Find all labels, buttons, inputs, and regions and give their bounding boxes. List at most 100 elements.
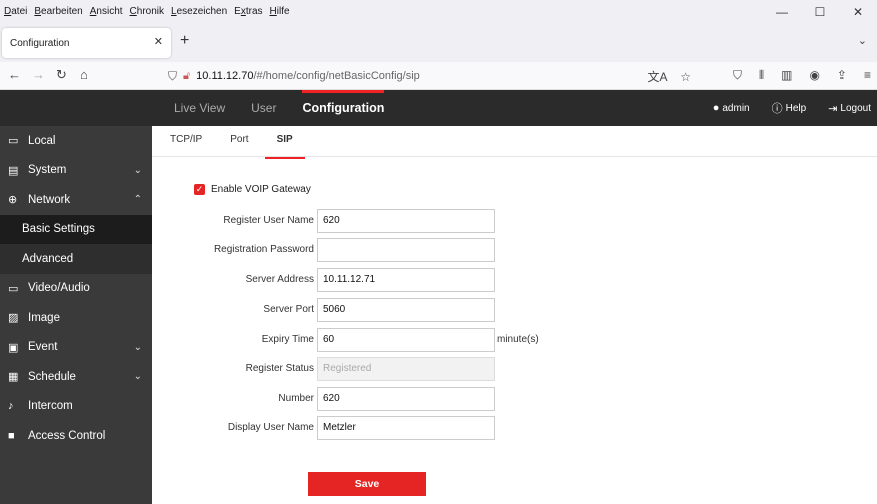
window-controls: — ☐ ✕ [763, 0, 877, 22]
pocket-icon[interactable]: ⛉ [733, 68, 742, 83]
hamburger-menu-icon[interactable]: ≡ [864, 68, 871, 83]
sidebar-item-label: Access Control [28, 429, 106, 442]
menu-extras[interactable]: Extras [234, 6, 262, 17]
admin-link[interactable]: ● admin [713, 102, 750, 114]
sidebar-toggle-icon[interactable]: ▥ [781, 68, 792, 83]
bookmark-star-icon[interactable]: ☆ [680, 70, 691, 84]
header-actions: ● admin ⓘ Help ⇥ Logout [691, 90, 871, 126]
new-tab-icon[interactable]: + [180, 32, 189, 50]
sidebar-item-schedule[interactable]: ▦ Schedule ⌄ [0, 362, 152, 392]
menu-bearbeiten[interactable]: Bearbeiten [34, 6, 82, 17]
nav-live-view[interactable]: Live View [174, 90, 225, 126]
register-status-row: Register Status Registered [152, 357, 877, 381]
logout-icon: ⇥ [828, 102, 838, 115]
registration-password-input[interactable] [317, 238, 495, 262]
share-icon[interactable]: ⇪ [837, 68, 847, 83]
sidebar: ▭ Local ▤ System ⌄ ⊕ Network ⌃ Basic Settings… [0, 126, 152, 504]
config-tabs: TCP/IP Port SIP [152, 126, 877, 159]
url-bar[interactable]: ⛉ 🔓︎ 10.11.12.70/#/home/config/netBasicC… [160, 65, 697, 87]
menu-datei[interactable]: Datei [4, 6, 27, 17]
chevron-down-icon: ⌄ [133, 341, 142, 353]
tab-bar: Configuration ✕ + ⌄ [0, 22, 877, 62]
browser-tab[interactable]: Configuration ✕ [2, 28, 171, 58]
sidebar-item-network[interactable]: ⊕ Network ⌃ [0, 185, 152, 215]
account-icon[interactable]: ◉ [809, 68, 819, 83]
number-input[interactable]: 620 [317, 387, 495, 411]
tab-close-icon[interactable]: ✕ [154, 35, 163, 48]
tab-port[interactable]: Port [216, 126, 262, 156]
help-link[interactable]: ⓘ Help [772, 100, 807, 116]
server-port-input[interactable]: 5060 [317, 298, 495, 322]
sidebar-item-label: Basic Settings [22, 223, 95, 236]
minimize-button[interactable]: — [763, 0, 801, 22]
server-address-input[interactable]: 10.11.12.71 [317, 268, 495, 292]
menu-ansicht[interactable]: Ansicht [90, 6, 123, 17]
sidebar-item-label: Advanced [22, 252, 74, 265]
sidebar-item-image[interactable]: ▨ Image [0, 303, 152, 333]
checkmark-icon: ✓ [194, 184, 205, 195]
tab-sip[interactable]: SIP [263, 126, 307, 159]
reload-icon[interactable]: ↻ [56, 67, 67, 83]
menu-chronik[interactable]: Chronik [130, 6, 164, 17]
register-user-name-row: Register User Name 620 [152, 209, 877, 233]
microphone-icon: ♪ [8, 400, 14, 413]
expiry-time-label: Expiry Time [261, 334, 314, 345]
image-icon: ▨ [8, 312, 19, 325]
sidebar-item-label: Network [28, 193, 71, 206]
sidebar-item-video-audio[interactable]: ▭ Video/Audio [0, 274, 152, 304]
video-icon: ▭ [8, 282, 19, 295]
translate-icon[interactable]: 文A [648, 70, 667, 84]
sidebar-item-local[interactable]: ▭ Local [0, 126, 152, 156]
back-icon[interactable]: ← [8, 67, 21, 82]
close-window-button[interactable]: ✕ [839, 0, 877, 22]
tracking-shield-icon[interactable]: ⛉ [168, 69, 177, 84]
browser-tab-title: Configuration [10, 37, 70, 49]
home-icon[interactable]: ⌂ [80, 67, 88, 82]
expiry-time-input[interactable]: 60 [317, 328, 495, 352]
sidebar-item-event[interactable]: ▣ Event ⌄ [0, 333, 152, 363]
display-user-name-label: Display User Name [227, 422, 314, 433]
server-address-label: Server Address [245, 274, 314, 285]
schedule-icon: ▦ [8, 371, 19, 384]
library-icon[interactable]: ⫴ [759, 68, 764, 83]
server-port-row: Server Port 5060 [152, 298, 877, 322]
url-host: 10.11.12.70 [196, 70, 254, 82]
server-address-row: Server Address 10.11.12.71 [152, 268, 877, 292]
sidebar-item-intercom[interactable]: ♪ Intercom [0, 392, 152, 422]
logout-label: Logout [840, 102, 871, 114]
maximize-button[interactable]: ☐ [801, 0, 839, 22]
number-row: Number 620 [152, 387, 877, 411]
sidebar-item-advanced[interactable]: Advanced [0, 244, 152, 274]
save-button[interactable]: Save [308, 472, 426, 496]
sidebar-item-access-control[interactable]: ■ Access Control [0, 421, 152, 451]
forward-icon[interactable]: → [32, 67, 45, 82]
nav-configuration[interactable]: Configuration [302, 90, 384, 126]
sidebar-item-label: Schedule [28, 370, 76, 383]
sidebar-item-label: Image [28, 311, 60, 324]
navigation-bar: ← → ↻ ⌂ ⛉ 🔓︎ 10.11.12.70/#/home/config/n… [0, 62, 877, 90]
registration-password-label: Registration Password [213, 244, 314, 255]
sidebar-item-label: Intercom [28, 400, 73, 413]
sidebar-item-label: Local [28, 134, 56, 147]
user-icon: ● [712, 102, 720, 114]
sidebar-item-label: Event [28, 341, 58, 354]
sidebar-item-label: System [28, 164, 67, 177]
main-content: TCP/IP Port SIP ✓ Enable VOIP Gateway Re… [152, 126, 877, 504]
expiry-time-row: Expiry Time 60 minute(s) [152, 328, 877, 352]
enable-voip-checkbox[interactable]: ✓ Enable VOIP Gateway [194, 184, 311, 195]
tab-list-icon[interactable]: ⌄ [858, 34, 867, 47]
tab-tcpip[interactable]: TCP/IP [156, 126, 216, 156]
logout-link[interactable]: ⇥ Logout [828, 102, 871, 115]
menu-hilfe[interactable]: Hilfe [270, 6, 290, 17]
register-status-label: Register Status [245, 363, 314, 374]
sidebar-item-system[interactable]: ▤ System ⌄ [0, 156, 152, 186]
menu-lesezeichen[interactable]: Lesezeichen [171, 6, 227, 17]
nav-user[interactable]: User [251, 90, 276, 126]
number-label: Number [278, 393, 314, 404]
register-user-name-input[interactable]: 620 [317, 209, 495, 233]
display-user-name-input[interactable]: Metzler [317, 416, 495, 440]
sidebar-item-basic-settings[interactable]: Basic Settings [0, 214, 152, 244]
registration-password-row: Registration Password [152, 238, 877, 262]
insecure-lock-icon[interactable]: 🔓︎ [183, 70, 190, 83]
globe-icon: ⊕ [8, 194, 18, 207]
